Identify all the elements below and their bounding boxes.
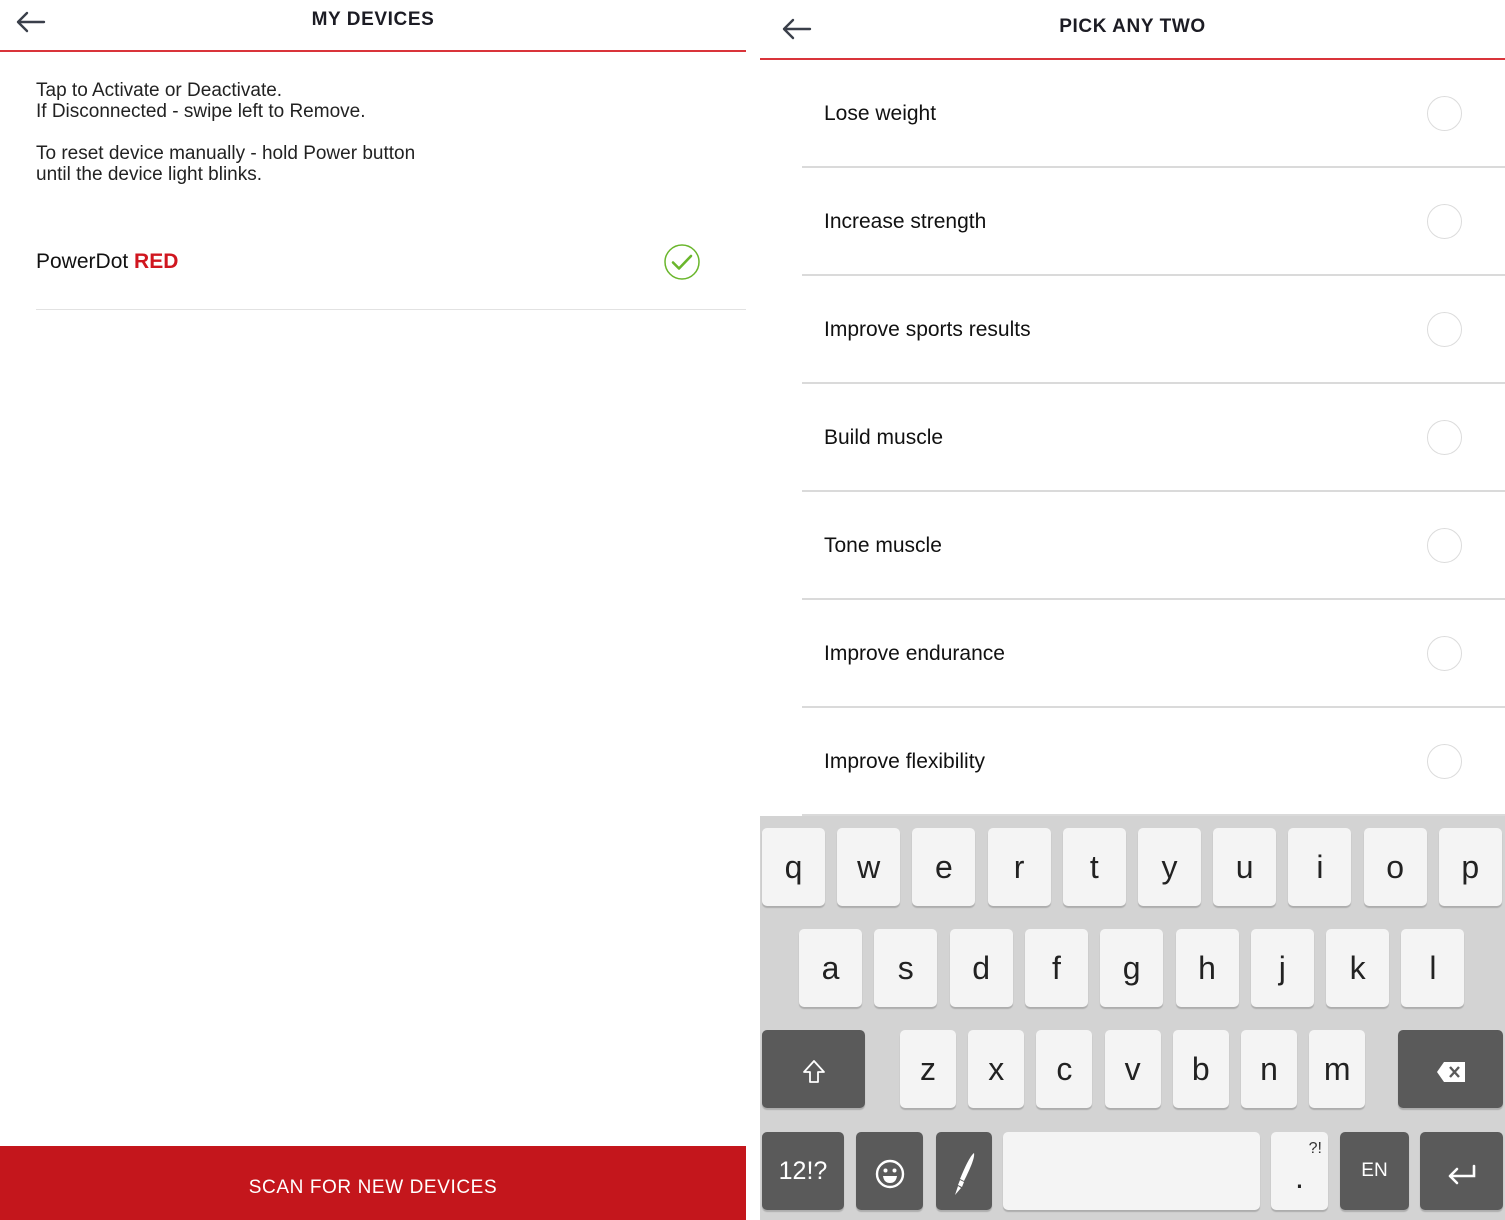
emoji-icon bbox=[875, 1159, 904, 1188]
option-label: Improve endurance bbox=[824, 642, 1005, 665]
instruction-line: Tap to Activate or Deactivate. bbox=[36, 80, 283, 101]
space-bar[interactable] bbox=[1003, 1132, 1260, 1210]
page-title: PICK ANY TWO bbox=[1059, 16, 1206, 37]
goal-options-list: Lose weight Increase strength Improve sp… bbox=[802, 60, 1505, 816]
goal-option[interactable]: Tone muscle bbox=[802, 492, 1505, 600]
key-q[interactable]: q bbox=[762, 828, 825, 906]
check-circle-icon bbox=[664, 244, 700, 280]
key-u[interactable]: u bbox=[1213, 828, 1277, 906]
device-row[interactable]: PowerDot RED bbox=[36, 212, 746, 310]
key-w[interactable]: w bbox=[837, 828, 901, 906]
radio-button[interactable] bbox=[1427, 420, 1462, 455]
key-g[interactable]: g bbox=[1100, 929, 1164, 1007]
key-a[interactable]: a bbox=[799, 929, 862, 1007]
goal-option[interactable]: Build muscle bbox=[802, 384, 1505, 492]
instruction-line: If Disconnected - swipe left to Remove. bbox=[36, 101, 366, 122]
key-c[interactable]: c bbox=[1036, 1030, 1093, 1108]
backspace-icon bbox=[1436, 1061, 1465, 1082]
key-t[interactable]: t bbox=[1062, 828, 1126, 906]
instruction-line: To reset device manually - hold Power bu… bbox=[36, 143, 416, 164]
key-y[interactable]: y bbox=[1138, 828, 1201, 906]
enter-icon bbox=[1448, 1164, 1475, 1184]
key-f[interactable]: f bbox=[1024, 929, 1088, 1007]
key-b[interactable]: b bbox=[1172, 1030, 1229, 1108]
key-e[interactable]: e bbox=[912, 828, 976, 906]
key-x[interactable]: x bbox=[968, 1030, 1025, 1108]
goal-option[interactable]: Lose weight bbox=[802, 60, 1505, 168]
on-screen-keyboard: 12!? . ?! EN qwertyuiop asdfghjkl zxcvbnm bbox=[760, 816, 1505, 1220]
device-name: PowerDot RED bbox=[36, 250, 178, 274]
radio-button[interactable] bbox=[1427, 96, 1462, 131]
option-label: Improve sports results bbox=[824, 318, 1031, 341]
key-n[interactable]: n bbox=[1241, 1030, 1297, 1108]
radio-button[interactable] bbox=[1427, 744, 1462, 779]
option-label: Increase strength bbox=[824, 210, 987, 233]
key-v[interactable]: v bbox=[1104, 1030, 1161, 1108]
instruction-line: until the device light blinks. bbox=[36, 164, 263, 185]
pick-header: PICK ANY TWO bbox=[760, 0, 1505, 60]
key-i[interactable]: i bbox=[1288, 828, 1352, 906]
shift-icon bbox=[802, 1059, 825, 1083]
key-o[interactable]: o bbox=[1363, 828, 1427, 906]
pick-any-two-screen: PICK ANY TWO Lose weight Increase streng… bbox=[760, 0, 1505, 1220]
radio-button[interactable] bbox=[1427, 204, 1462, 239]
goal-option[interactable]: Improve flexibility bbox=[802, 708, 1505, 816]
key-j[interactable]: j bbox=[1250, 929, 1314, 1007]
option-label: Lose weight bbox=[824, 102, 937, 125]
period-hint: ?! bbox=[1308, 1140, 1322, 1157]
language-key[interactable]: EN bbox=[1340, 1132, 1409, 1210]
goal-option[interactable]: Improve endurance bbox=[802, 600, 1505, 708]
enter-key[interactable] bbox=[1420, 1132, 1503, 1210]
option-label: Improve flexibility bbox=[824, 750, 986, 773]
period-key[interactable]: . ?! bbox=[1271, 1132, 1328, 1210]
emoji-key[interactable] bbox=[856, 1132, 923, 1210]
radio-button[interactable] bbox=[1427, 312, 1462, 347]
backspace-key[interactable] bbox=[1398, 1030, 1503, 1108]
period-label: . bbox=[1295, 1159, 1304, 1195]
option-label: Tone muscle bbox=[824, 534, 942, 557]
my-devices-screen: MY DEVICES Tap to Activate or Deactivate… bbox=[0, 0, 746, 1220]
key-l[interactable]: l bbox=[1401, 929, 1465, 1007]
option-label: Build muscle bbox=[824, 426, 944, 449]
key-s[interactable]: s bbox=[874, 929, 938, 1007]
goal-option[interactable]: Increase strength bbox=[802, 168, 1505, 276]
radio-button[interactable] bbox=[1427, 528, 1462, 563]
key-p[interactable]: p bbox=[1438, 828, 1502, 906]
key-d[interactable]: d bbox=[949, 929, 1013, 1007]
key-k[interactable]: k bbox=[1326, 929, 1390, 1007]
handwriting-key[interactable] bbox=[936, 1132, 992, 1210]
device-variant: RED bbox=[134, 250, 179, 273]
instructions-text: Tap to Activate or Deactivate. If Discon… bbox=[36, 80, 415, 206]
key-z[interactable]: z bbox=[900, 1030, 956, 1108]
device-brand: PowerDot bbox=[36, 250, 129, 273]
pen-icon bbox=[955, 1152, 975, 1195]
key-m[interactable]: m bbox=[1309, 1030, 1366, 1108]
scan-for-new-devices-button[interactable]: SCAN FOR NEW DEVICES bbox=[0, 1146, 746, 1220]
symbols-key[interactable]: 12!? bbox=[762, 1132, 844, 1210]
key-r[interactable]: r bbox=[987, 828, 1051, 906]
my-devices-header: MY DEVICES bbox=[0, 0, 746, 52]
shift-key[interactable] bbox=[762, 1030, 865, 1108]
radio-button[interactable] bbox=[1427, 636, 1462, 671]
key-h[interactable]: h bbox=[1175, 929, 1239, 1007]
page-title: MY DEVICES bbox=[311, 9, 435, 30]
goal-option[interactable]: Improve sports results bbox=[802, 276, 1505, 384]
